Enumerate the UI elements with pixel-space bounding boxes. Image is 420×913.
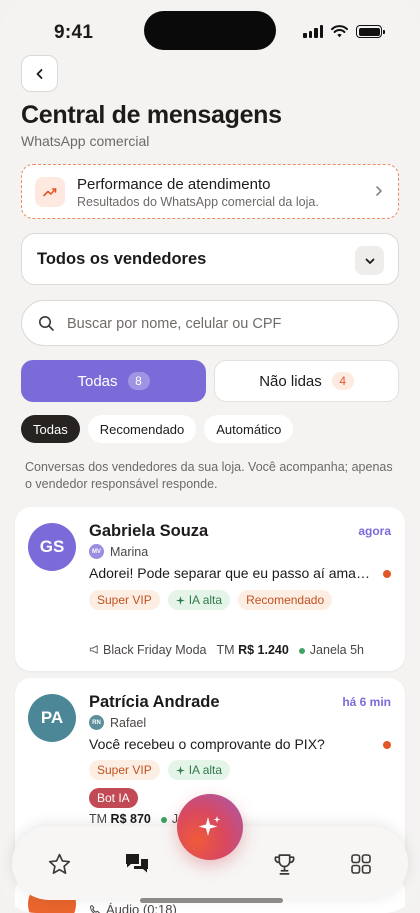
status-time: 9:41 <box>54 22 94 43</box>
search-icon <box>39 316 54 331</box>
performance-title: Performance de atendimento <box>77 176 271 193</box>
seller-avatar: RN <box>89 715 104 730</box>
home-indicator <box>140 898 283 903</box>
sparkle-icon <box>198 816 221 836</box>
battery-icon <box>356 25 385 38</box>
sparkle-icon <box>175 595 185 605</box>
seller-row: MV Marina <box>89 544 148 559</box>
unread-indicator <box>383 570 391 578</box>
tab-todas-label: Todas <box>77 372 118 390</box>
performance-card[interactable]: Performance de atendimento Resultados do… <box>21 164 399 219</box>
tag-ia-alta-label: IA alta <box>188 593 223 607</box>
tag-super-vip: Super VIP <box>89 760 160 780</box>
back-button[interactable] <box>21 55 58 92</box>
ticket-medio: TM R$ 1.240 <box>217 643 289 657</box>
contact-name: Gabriela Souza <box>89 522 209 540</box>
wifi-icon <box>331 25 348 38</box>
tag-recomendado: Recomendado <box>238 590 333 610</box>
tag-ia-alta-label: IA alta <box>188 763 223 777</box>
meta-row: TM R$ 870 Ja <box>89 812 185 826</box>
seller-name: Rafael <box>110 715 147 730</box>
chat-icon <box>126 854 148 873</box>
meta-row: Black Friday Moda TM R$ 1.240 Janela 5h <box>89 643 364 657</box>
trophy-icon <box>273 853 295 875</box>
nav-messages[interactable] <box>124 851 150 877</box>
chevron-left-icon <box>36 68 42 79</box>
filter-chips: Todas Recomendado Automático <box>21 415 294 443</box>
tm-value: R$ 1.240 <box>238 643 289 657</box>
chip-recomendado[interactable]: Recomendado <box>87 415 197 443</box>
signal-icon <box>303 25 323 38</box>
status-bar: 9:41 <box>0 0 420 62</box>
status-icons <box>303 25 385 38</box>
tag-list: Super VIP IA alta Bot IA <box>89 760 269 808</box>
tag-list: Super VIP IA alta Recomendado <box>89 590 389 610</box>
tag-ia-alta: IA alta <box>167 760 231 780</box>
last-message: Adorei! Pode separar que eu passo aí ama… <box>89 565 374 581</box>
ticket-medio: TM R$ 870 <box>89 812 151 826</box>
tm-label: TM <box>216 643 235 657</box>
chevron-down-icon[interactable] <box>355 246 384 275</box>
seller-select[interactable]: Todos os vendedores <box>21 233 399 285</box>
seller-select-value: Todos os vendedores <box>37 250 207 268</box>
phone-icon <box>90 904 100 913</box>
nav-ranking[interactable] <box>271 851 297 877</box>
phone-screen: 9:41 Central de mensagens WhatsApp comer… <box>0 0 420 913</box>
star-icon <box>48 853 70 874</box>
trend-up-icon <box>35 177 65 207</box>
tab-todas[interactable]: Todas 8 <box>21 360 206 402</box>
status-dot <box>160 816 167 823</box>
conversation-time: há 6 min <box>342 695 391 709</box>
tm-label: TM <box>89 812 108 826</box>
window-status: Janela 5h <box>298 643 365 657</box>
conversation-card[interactable]: GS Gabriela Souza agora MV Marina Adorei… <box>15 507 405 671</box>
window-label: Janela 5h <box>309 643 365 657</box>
seller-name: Marina <box>110 544 149 559</box>
unread-indicator <box>383 741 391 749</box>
tab-nao-lidas[interactable]: Não lidas 4 <box>214 360 399 402</box>
conversation-time: agora <box>358 524 391 538</box>
avatar: GS <box>28 523 76 571</box>
tab-todas-count: 8 <box>127 372 150 390</box>
last-message: Áudio (0:18) <box>89 902 177 913</box>
megaphone-icon <box>89 645 98 654</box>
tab-nao-lidas-count: 4 <box>331 372 354 390</box>
contact-name: Patrícia Andrade <box>89 693 220 711</box>
search-bar[interactable] <box>21 300 399 346</box>
info-text: Conversas dos vendedores da sua loja. Vo… <box>25 460 393 491</box>
seller-row: RN Rafael <box>89 715 146 730</box>
page-title: Central de mensagens <box>21 101 282 129</box>
tag-ia-alta: IA alta <box>167 590 231 610</box>
search-input[interactable] <box>67 309 387 339</box>
tag-bot-ia: Bot IA <box>89 788 138 808</box>
grid-icon <box>351 854 371 874</box>
chip-todas[interactable]: Todas <box>21 415 80 443</box>
performance-subtitle: Resultados do WhatsApp comercial da loja… <box>77 195 319 209</box>
chip-automatico[interactable]: Automático <box>204 415 294 443</box>
tag-super-vip: Super VIP <box>89 590 160 610</box>
audio-preview: Áudio (0:18) <box>106 902 177 913</box>
campaign-name: Black Friday Moda <box>103 643 207 657</box>
nav-more[interactable] <box>348 851 374 877</box>
chevron-right-icon <box>376 186 382 196</box>
sparkle-icon <box>175 765 185 775</box>
dynamic-island <box>144 11 276 50</box>
avatar: PA <box>28 694 76 742</box>
status-dot <box>298 647 305 654</box>
campaign: Black Friday Moda <box>89 643 207 657</box>
tm-value: R$ 870 <box>110 812 151 826</box>
ai-assistant-button[interactable] <box>177 794 243 860</box>
last-message: Você recebeu o comprovante do PIX? <box>89 736 325 752</box>
tab-nao-lidas-label: Não lidas <box>259 372 322 390</box>
seller-avatar: MV <box>89 544 104 559</box>
nav-favorites[interactable] <box>46 851 72 877</box>
page-subtitle: WhatsApp comercial <box>21 133 150 149</box>
